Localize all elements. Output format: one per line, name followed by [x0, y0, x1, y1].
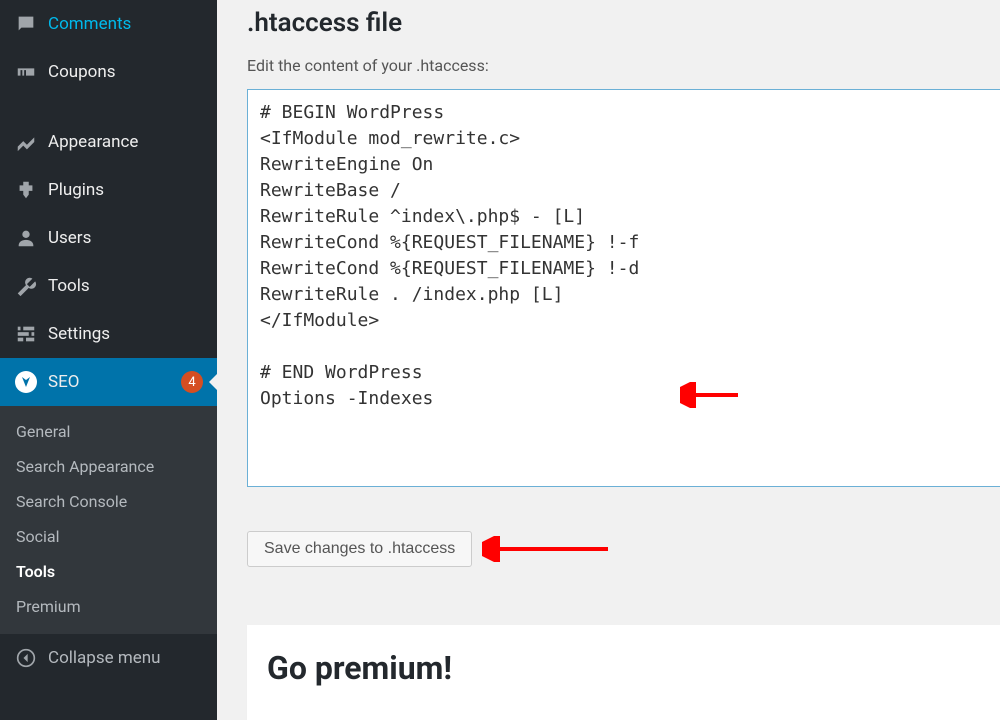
tools-icon — [14, 274, 38, 298]
htaccess-editor-wrap — [247, 89, 1000, 491]
save-row: Save changes to .htaccess — [247, 531, 1000, 567]
submenu-item-tools[interactable]: Tools — [0, 554, 217, 589]
annotation-arrow-icon — [482, 536, 612, 562]
coupons-icon — [14, 60, 38, 84]
update-badge: 4 — [181, 371, 203, 393]
sidebar-item-comments[interactable]: Comments — [0, 0, 217, 48]
admin-sidebar: Comments Coupons Appearance Plugins User… — [0, 0, 217, 720]
sidebar-item-tools[interactable]: Tools — [0, 262, 217, 310]
plugins-icon — [14, 178, 38, 202]
sidebar-item-label: Appearance — [48, 132, 203, 152]
sidebar-item-coupons[interactable]: Coupons — [0, 48, 217, 96]
sidebar-item-label: Tools — [48, 276, 203, 296]
collapse-label: Collapse menu — [48, 648, 161, 668]
htaccess-help-text: Edit the content of your .htaccess: — [247, 56, 1000, 75]
users-icon — [14, 226, 38, 250]
premium-panel: Go premium! — [247, 625, 1000, 720]
collapse-icon — [14, 646, 38, 670]
sidebar-separator — [0, 96, 217, 118]
sidebar-item-appearance[interactable]: Appearance — [0, 118, 217, 166]
seo-submenu: General Search Appearance Search Console… — [0, 406, 217, 634]
sidebar-item-label: Coupons — [48, 62, 203, 82]
sidebar-item-label: Settings — [48, 324, 203, 344]
submenu-item-social[interactable]: Social — [0, 519, 217, 554]
sidebar-item-settings[interactable]: Settings — [0, 310, 217, 358]
sidebar-item-label: Comments — [48, 14, 203, 34]
save-htaccess-button[interactable]: Save changes to .htaccess — [247, 531, 472, 567]
comments-icon — [14, 12, 38, 36]
htaccess-section-title: .htaccess file — [247, 8, 1000, 38]
submenu-item-search-appearance[interactable]: Search Appearance — [0, 449, 217, 484]
sidebar-item-label: Users — [48, 228, 203, 248]
premium-title: Go premium! — [267, 649, 982, 687]
htaccess-textarea[interactable] — [247, 89, 1000, 487]
sidebar-item-seo[interactable]: SEO 4 — [0, 358, 217, 406]
sidebar-item-users[interactable]: Users — [0, 214, 217, 262]
sidebar-item-plugins[interactable]: Plugins — [0, 166, 217, 214]
collapse-menu[interactable]: Collapse menu — [0, 634, 217, 682]
appearance-icon — [14, 130, 38, 154]
sidebar-item-label: SEO — [48, 372, 173, 392]
submenu-item-search-console[interactable]: Search Console — [0, 484, 217, 519]
main-content: .htaccess file Edit the content of your … — [217, 0, 1000, 720]
submenu-item-premium[interactable]: Premium — [0, 589, 217, 624]
settings-icon — [14, 322, 38, 346]
seo-icon — [14, 370, 38, 394]
submenu-item-general[interactable]: General — [0, 414, 217, 449]
sidebar-item-label: Plugins — [48, 180, 203, 200]
